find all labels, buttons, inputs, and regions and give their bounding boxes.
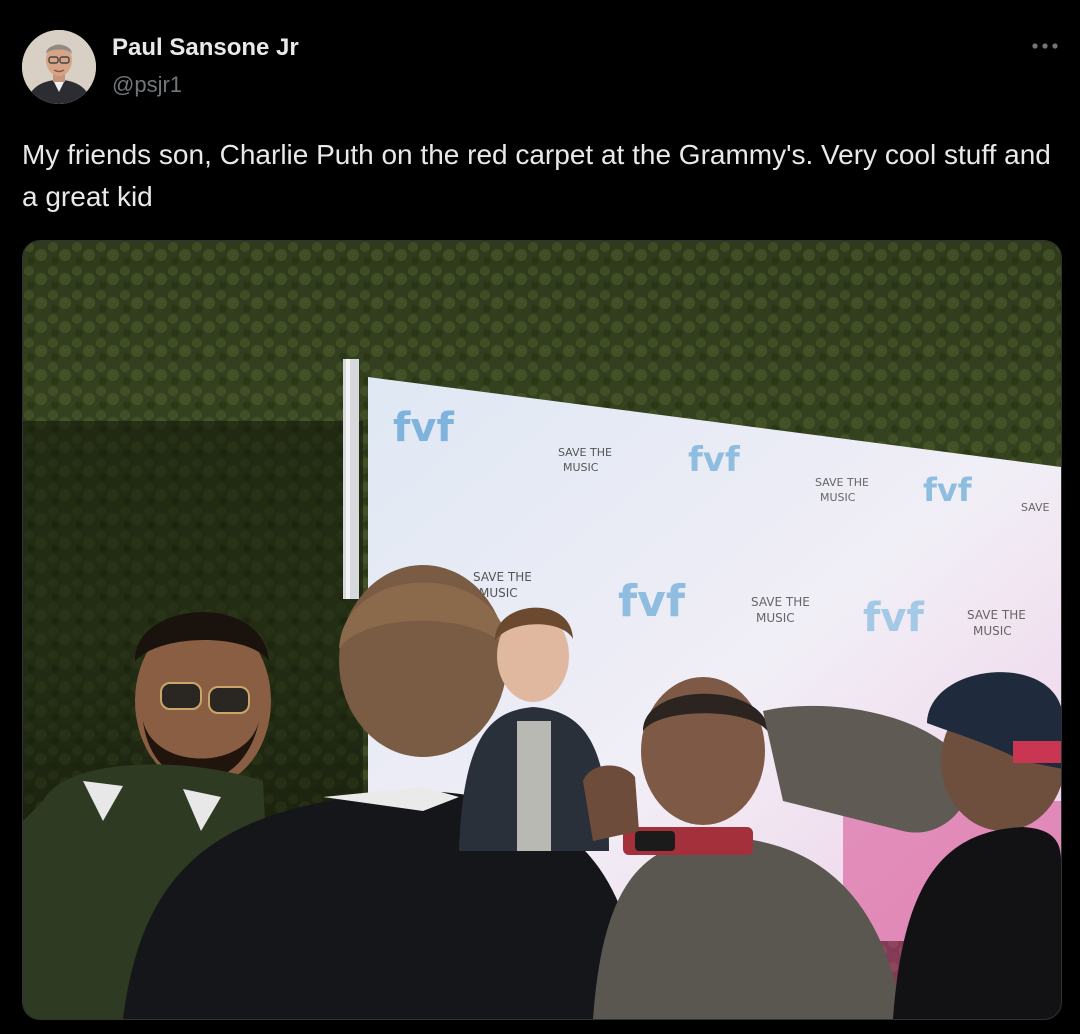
- svg-text:fvf: fvf: [688, 440, 741, 480]
- svg-text:MUSIC: MUSIC: [563, 461, 599, 474]
- svg-text:SAVE THE: SAVE THE: [815, 476, 869, 489]
- svg-text:fvf: fvf: [923, 471, 973, 509]
- svg-text:SAVE: SAVE: [1021, 501, 1050, 514]
- svg-text:MUSIC: MUSIC: [973, 624, 1012, 638]
- svg-text:SAVE THE: SAVE THE: [473, 570, 532, 584]
- tweet-text: My friends son, Charlie Puth on the red …: [22, 139, 1051, 212]
- author-handle[interactable]: @psjr1: [112, 72, 182, 98]
- profile-photo-icon: [22, 30, 96, 104]
- author-display-name[interactable]: Paul Sansone Jr: [112, 34, 299, 62]
- svg-text:fvf: fvf: [393, 405, 454, 451]
- svg-text:SAVE THE: SAVE THE: [967, 608, 1026, 622]
- svg-text:fvf: fvf: [618, 576, 686, 627]
- svg-text:SAVE THE: SAVE THE: [558, 446, 612, 459]
- svg-text:fvf: fvf: [863, 595, 924, 641]
- ellipsis-icon: [1032, 43, 1058, 49]
- svg-text:MUSIC: MUSIC: [820, 491, 856, 504]
- svg-text:MUSIC: MUSIC: [756, 611, 795, 625]
- more-options-button[interactable]: [1028, 34, 1062, 58]
- author-avatar[interactable]: [22, 30, 96, 104]
- svg-text:SAVE THE: SAVE THE: [751, 595, 810, 609]
- tweet-photo[interactable]: fvf SAVE THE MUSIC fvf SAVE THE MUSIC fv…: [22, 240, 1062, 1020]
- red-carpet-photo: fvf SAVE THE MUSIC fvf SAVE THE MUSIC fv…: [23, 241, 1061, 1019]
